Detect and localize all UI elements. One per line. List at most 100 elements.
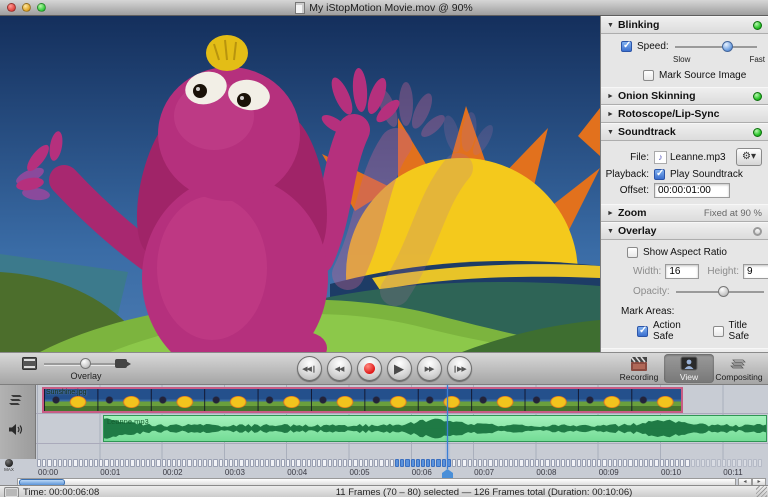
panel-header-soundtrack[interactable]: Soundtrack: [601, 123, 768, 141]
frame-cell[interactable]: [602, 459, 606, 467]
height-field[interactable]: [743, 264, 768, 279]
frame-cell[interactable]: [63, 459, 67, 467]
width-field[interactable]: [665, 264, 699, 279]
frame-cell[interactable]: [654, 459, 658, 467]
disclosure-triangle-icon[interactable]: [607, 93, 614, 100]
frame-cell[interactable]: [385, 459, 389, 467]
frame-cell[interactable]: [364, 459, 368, 467]
frame-cell[interactable]: [224, 459, 228, 467]
frame-cell[interactable]: [711, 459, 715, 467]
frame-cell[interactable]: [577, 459, 581, 467]
frame-cell[interactable]: [234, 459, 238, 467]
slider-thumb[interactable]: [722, 41, 733, 52]
minimize-window-button[interactable]: [22, 3, 31, 12]
step-back-button[interactable]: ◀◀: [327, 356, 352, 381]
step-forward-button[interactable]: ▶▶: [417, 356, 442, 381]
frame-cell[interactable]: [120, 459, 124, 467]
frame-cell[interactable]: [182, 459, 186, 467]
record-button[interactable]: [357, 356, 382, 381]
frame-cell[interactable]: [245, 459, 249, 467]
frame-cell[interactable]: [514, 459, 518, 467]
go-to-start-button[interactable]: ◀◀❙: [297, 356, 322, 381]
opacity-slider[interactable]: [676, 286, 764, 297]
frame-cell[interactable]: [260, 459, 264, 467]
frame-cell[interactable]: [457, 459, 461, 467]
frame-cell[interactable]: [483, 459, 487, 467]
frame-cell[interactable]: [545, 459, 549, 467]
frame-cell[interactable]: [685, 459, 689, 467]
frame-cell[interactable]: [374, 459, 378, 467]
frame-cell[interactable]: [42, 459, 46, 467]
video-clip-strip[interactable]: Sunshine.jpg: [42, 387, 683, 413]
frame-cell[interactable]: [73, 459, 77, 467]
frame-cell[interactable]: [47, 459, 51, 467]
soundtrack-led-indicator[interactable]: [753, 128, 762, 137]
slider-thumb[interactable]: [80, 358, 91, 369]
frame-cell[interactable]: [94, 459, 98, 467]
soundtrack-action-button[interactable]: ⚙▾: [736, 148, 762, 166]
frame-cell[interactable]: [286, 459, 290, 467]
frame-cell[interactable]: [442, 459, 446, 467]
frame-cell[interactable]: [213, 459, 217, 467]
frame-cell[interactable]: [551, 459, 555, 467]
frame-cell[interactable]: [732, 459, 736, 467]
frame-cell[interactable]: [338, 459, 342, 467]
slider-thumb[interactable]: [718, 286, 729, 297]
frame-cell[interactable]: [639, 459, 643, 467]
frame-cell[interactable]: [608, 459, 612, 467]
frame-cell[interactable]: [270, 459, 274, 467]
resize-grip[interactable]: [756, 486, 767, 497]
frame-cell[interactable]: [670, 459, 674, 467]
title-safe-checkbox[interactable]: [713, 326, 724, 337]
frame-cell[interactable]: [291, 459, 295, 467]
frame-cell[interactable]: [307, 459, 311, 467]
frame-cell[interactable]: [369, 459, 373, 467]
frame-cell[interactable]: [592, 459, 596, 467]
mark-source-image-checkbox[interactable]: [643, 70, 654, 81]
audio-clip-block[interactable]: Leanne.mp3: [103, 415, 767, 442]
frame-cell[interactable]: [473, 459, 477, 467]
frame-cell[interactable]: [405, 459, 409, 467]
title-bar[interactable]: My iStopMotion Movie.mov @ 90%: [0, 0, 768, 16]
offset-field[interactable]: [654, 183, 730, 198]
playhead-line[interactable]: [447, 385, 448, 469]
video-track-icon[interactable]: [8, 393, 26, 406]
frame-cell[interactable]: [89, 459, 93, 467]
compositing-mode-button[interactable]: Compositing: [714, 354, 764, 383]
frame-cell[interactable]: [519, 459, 523, 467]
frame-cell[interactable]: [706, 459, 710, 467]
frame-cell[interactable]: [208, 459, 212, 467]
blinking-led-indicator[interactable]: [753, 21, 762, 30]
frame-cell[interactable]: [193, 459, 197, 467]
zoom-knob-icon[interactable]: [5, 459, 13, 467]
frame-cell[interactable]: [99, 459, 103, 467]
frame-cell[interactable]: [478, 459, 482, 467]
zoom-window-button[interactable]: [37, 3, 46, 12]
frame-cell[interactable]: [462, 459, 466, 467]
frame-cell[interactable]: [239, 459, 243, 467]
show-aspect-ratio-checkbox[interactable]: [627, 247, 638, 258]
frame-cell[interactable]: [58, 459, 62, 467]
frame-cell[interactable]: [348, 459, 352, 467]
frame-cell[interactable]: [130, 459, 134, 467]
preview-canvas[interactable]: [0, 16, 600, 352]
frame-cell[interactable]: [753, 459, 757, 467]
frame-cell[interactable]: [758, 459, 762, 467]
frame-cell[interactable]: [296, 459, 300, 467]
frame-cell[interactable]: [561, 459, 565, 467]
frame-cell[interactable]: [265, 459, 269, 467]
frame-cell[interactable]: [452, 459, 456, 467]
frame-cell[interactable]: [151, 459, 155, 467]
frame-cell[interactable]: [229, 459, 233, 467]
frame-cell[interactable]: [177, 459, 181, 467]
frame-cell[interactable]: [68, 459, 72, 467]
frame-cell[interactable]: [198, 459, 202, 467]
frame-cell[interactable]: [566, 459, 570, 467]
frame-cell[interactable]: [468, 459, 472, 467]
panel-header-rotoscope[interactable]: Rotoscope/Lip-Sync: [601, 105, 768, 123]
frame-cell[interactable]: [504, 459, 508, 467]
onion-skinning-led-indicator[interactable]: [753, 92, 762, 101]
frame-cell[interactable]: [660, 459, 664, 467]
frame-cell[interactable]: [411, 459, 415, 467]
play-soundtrack-checkbox[interactable]: [654, 169, 665, 180]
